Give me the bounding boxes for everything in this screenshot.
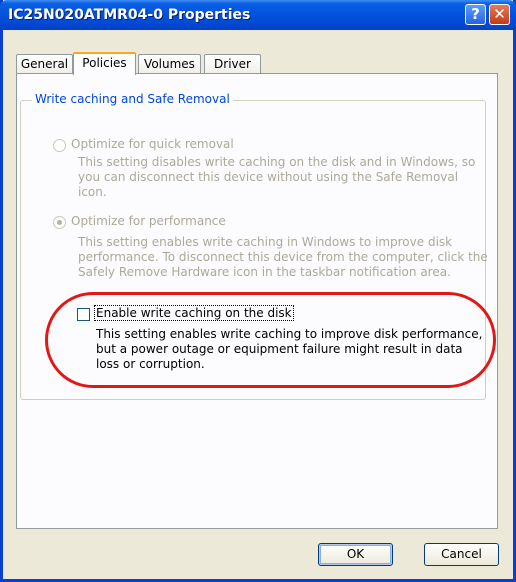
tab-driver[interactable]: Driver	[204, 54, 261, 73]
radio-selected-dot	[57, 220, 62, 225]
quick-removal-radio[interactable]	[53, 139, 66, 152]
tab-policies[interactable]: Policies	[73, 52, 136, 75]
title-bar[interactable]: IC25N020ATMR04-0 Properties ? ✕	[0, 0, 516, 30]
close-button[interactable]: ✕	[489, 4, 510, 25]
group-title: Write caching and Safe Removal	[32, 92, 233, 106]
tab-general[interactable]: General	[16, 54, 73, 73]
performance-radio[interactable]	[53, 216, 66, 229]
close-icon: ✕	[493, 5, 506, 23]
write-caching-description: This setting enables write caching to im…	[96, 327, 483, 371]
performance-description: This setting enables write caching in Wi…	[78, 235, 488, 279]
quick-removal-description: This setting disables write caching on t…	[78, 155, 476, 199]
help-button[interactable]: ?	[465, 4, 486, 25]
cancel-button[interactable]: Cancel	[424, 543, 499, 566]
window-title: IC25N020ATMR04-0 Properties	[8, 7, 251, 23]
ok-button[interactable]: OK	[318, 543, 393, 566]
performance-label[interactable]: Optimize for performance	[71, 214, 226, 228]
quick-removal-label[interactable]: Optimize for quick removal	[71, 137, 234, 151]
write-caching-label[interactable]: Enable write caching on the disk	[94, 305, 294, 321]
tab-volumes[interactable]: Volumes	[138, 54, 201, 73]
help-icon: ?	[471, 5, 480, 23]
write-caching-checkbox[interactable]	[77, 308, 90, 321]
